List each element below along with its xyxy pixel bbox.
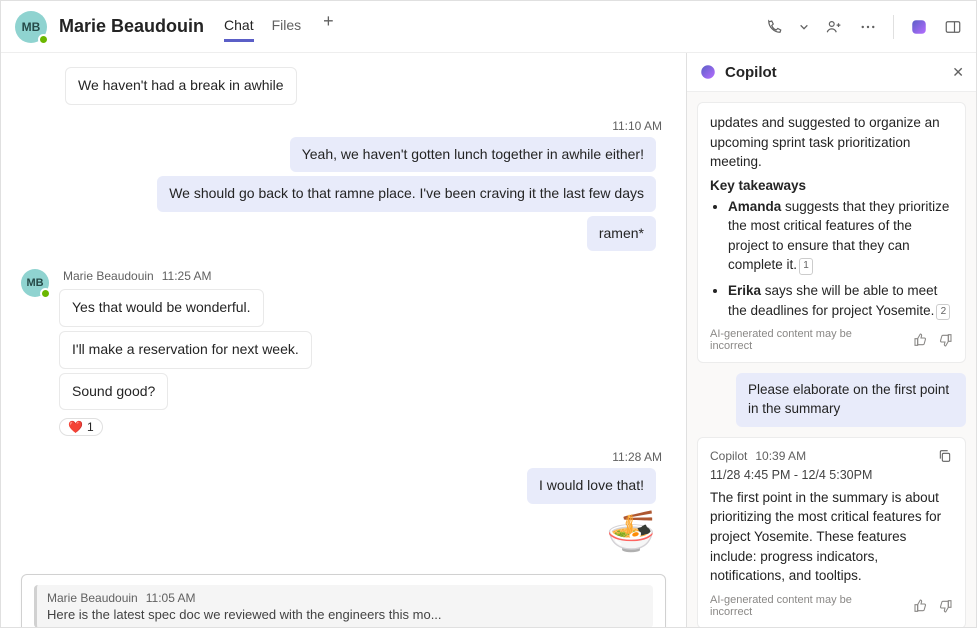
reply-ref-text: Here is the latest spec doc we reviewed … [47,607,643,622]
thumbs-down-icon[interactable] [937,332,953,348]
ai-disclaimer: AI-generated content may be incorrect [710,328,897,352]
copilot-summary-card: updates and suggested to organize an upc… [697,102,966,363]
more-icon[interactable] [859,18,877,36]
chat-scroll[interactable]: We haven't had a break in awhile 11:10 A… [1,53,686,627]
presence-available-icon [40,288,51,299]
response-time: 10:39 AM [755,449,806,463]
avatar-initials: MB [26,277,43,289]
copilot-body[interactable]: updates and suggested to organize an upc… [687,92,976,627]
message-bubble[interactable]: I would love that! [527,468,656,504]
reply-ref-time: 11:05 AM [146,591,196,605]
response-range: 11/28 4:45 PM - 12/4 5:30PM [710,468,953,482]
ramen-emoji-icon[interactable]: 🍜 [606,512,656,552]
response-text: The first point in the summary is about … [710,488,953,586]
copilot-panel: Copilot ✕ updates and suggested to organ… [686,53,976,627]
copilot-response-card: Copilot 10:39 AM 11/28 4:45 PM - 12/4 5:… [697,437,966,627]
copy-icon[interactable] [937,448,953,464]
message-bubble[interactable]: We haven't had a break in awhile [65,67,297,105]
header-actions [765,15,962,39]
message-bubble[interactable]: Yes that would be wonderful. [59,289,264,327]
summary-intro: updates and suggested to organize an upc… [710,113,953,172]
ai-disclaimer: AI-generated content may be incorrect [710,594,897,618]
ai-disclaimer-row: AI-generated content may be incorrect [710,594,953,618]
citation-badge[interactable]: 2 [936,304,950,321]
presence-available-icon [38,34,49,45]
tab-files[interactable]: Files [272,11,302,42]
timestamp: 11:10 AM [612,119,666,133]
timestamp: 11:28 AM [612,450,666,464]
people-add-icon[interactable] [825,18,843,36]
message-row: I would love that! 🍜 [21,468,666,552]
message-bubble[interactable]: I'll make a reservation for next week. [59,331,312,369]
add-tab-button[interactable]: + [319,11,338,42]
message-row: Yeah, we haven't gotten lunch together i… [21,137,666,252]
panel-toggle-icon[interactable] [944,18,962,36]
citation-badge[interactable]: 1 [799,258,813,275]
chat-tabs: Chat Files + [224,11,338,42]
message-bubble[interactable]: We should go back to that ramne place. I… [157,176,656,212]
thumbs-up-icon[interactable] [913,598,929,614]
sender-name: Marie Beaudouin [63,269,154,283]
call-chevron-icon[interactable] [799,18,809,36]
copilot-user-prompt[interactable]: Please elaborate on the first point in t… [736,373,966,427]
reaction-chip[interactable]: ❤️ 1 [59,418,103,436]
message-bubble[interactable]: Yeah, we haven't gotten lunch together i… [290,137,656,173]
compose-box[interactable]: Marie Beaudouin 11:05 AM Here is the lat… [21,574,666,627]
takeaway-item: Erika says she will be able to meet the … [728,281,953,320]
sender-avatar[interactable]: MB [21,269,49,297]
contact-avatar[interactable]: MB [15,11,47,43]
heart-icon: ❤️ [68,420,83,434]
thumbs-down-icon[interactable] [937,598,953,614]
timestamp: 11:25 AM [162,269,212,283]
reaction-count: 1 [87,420,94,434]
separator [893,15,894,39]
reply-ref-name: Marie Beaudouin [47,591,138,605]
message-row: MB Marie Beaudouin 11:25 AM Yes that wou… [21,269,666,436]
message-bubble[interactable]: ramen* [587,216,656,252]
sender-line: Marie Beaudouin 11:25 AM [59,269,216,283]
takeaway-item: Amanda suggests that they prioritize the… [728,197,953,275]
app-root: MB Marie Beaudouin Chat Files + [0,0,977,628]
avatar-initials: MB [22,20,41,34]
copilot-header: Copilot ✕ [687,53,976,92]
copilot-header-icon[interactable] [910,18,928,36]
close-icon[interactable]: ✕ [952,64,964,81]
call-icon[interactable] [765,18,783,36]
message-row: We haven't had a break in awhile [21,67,666,105]
tab-chat[interactable]: Chat [224,11,254,42]
body: We haven't had a break in awhile 11:10 A… [1,53,976,627]
ai-disclaimer-row: AI-generated content may be incorrect [710,328,953,352]
key-takeaways-list: Amanda suggests that they prioritize the… [710,197,953,320]
response-from: Copilot [710,449,747,463]
message-bubble[interactable]: Sound good? [59,373,168,411]
thumbs-up-icon[interactable] [913,332,929,348]
copilot-logo-icon [699,63,717,81]
key-takeaways-heading: Key takeaways [710,178,953,193]
reply-reference[interactable]: Marie Beaudouin 11:05 AM Here is the lat… [34,585,653,627]
copilot-title: Copilot [725,64,944,81]
chat-header: MB Marie Beaudouin Chat Files + [1,1,976,53]
contact-name: Marie Beaudouin [59,16,204,37]
